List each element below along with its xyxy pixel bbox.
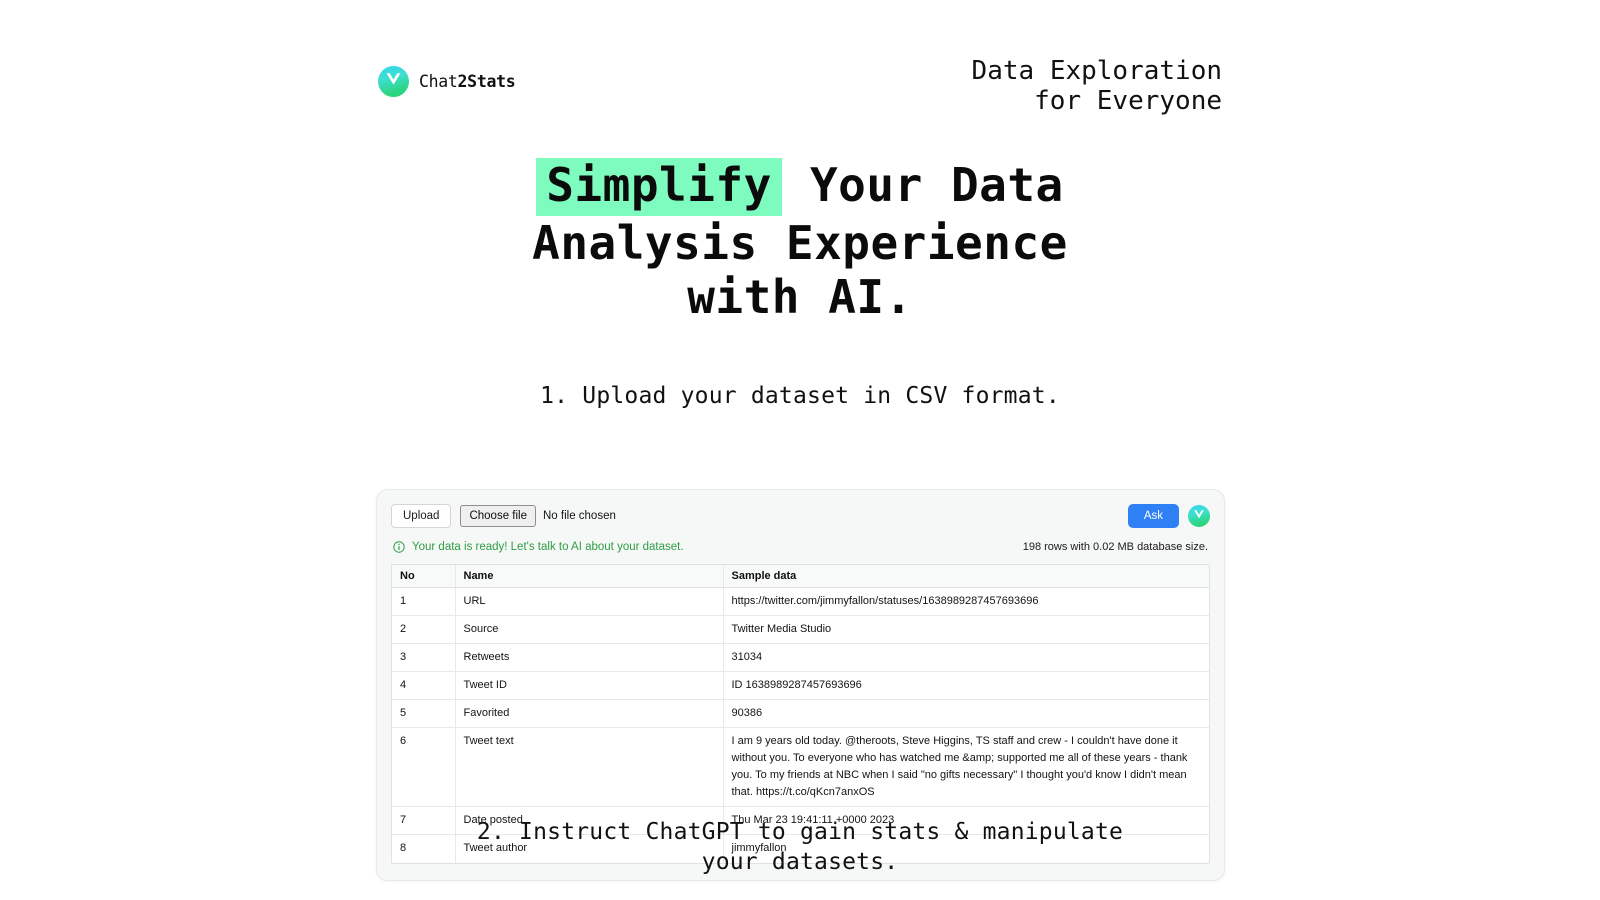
cell-no: 4 xyxy=(392,671,456,701)
card-toolbar: Upload Choose file No file chosen Ask xyxy=(391,503,1210,529)
toolbar-right: Ask xyxy=(1127,503,1210,529)
cell-no: 1 xyxy=(392,587,456,617)
brand-name: Chat2Stats xyxy=(419,72,516,91)
table-row: 6 Tweet text I am 9 years old today. @ther… xyxy=(392,727,1209,808)
cell-name: Retweets xyxy=(455,643,724,673)
status-message: Your data is ready! Let's talk to AI abo… xyxy=(393,541,684,553)
brand-logo-link[interactable]: Chat2Stats xyxy=(378,56,516,97)
column-header-name: Name xyxy=(455,565,724,588)
cell-sample-data: https://twitter.com/jimmyfallon/statuses… xyxy=(723,587,1209,617)
hero-highlight-word: Simplify xyxy=(536,158,782,216)
landing-page: Chat2Stats Data Exploration for Everyone… xyxy=(0,0,1600,900)
status-text: Your data is ready! Let's talk to AI abo… xyxy=(412,541,684,553)
page-title: Simplify Your Data Analysis Experience wit… xyxy=(0,158,1600,325)
chat2stats-logo-icon xyxy=(378,66,409,97)
table-row: 4 Tweet ID ID 1638989287457693696 xyxy=(392,671,1209,701)
ask-button[interactable]: Ask xyxy=(1127,503,1179,529)
cell-name: URL xyxy=(455,587,724,617)
cell-name: Tweet ID xyxy=(455,671,724,701)
upload-button[interactable]: Upload xyxy=(391,503,452,529)
table-row: 5 Favorited 90386 xyxy=(392,699,1209,729)
no-file-chosen-label: No file chosen xyxy=(543,510,616,522)
table-row: 2 Source Twitter Media Studio xyxy=(392,615,1209,645)
cell-no: 2 xyxy=(392,615,456,645)
file-input[interactable]: Choose file No file chosen xyxy=(460,504,616,528)
brand-name-light: Chat xyxy=(419,72,458,91)
cell-sample-data: Twitter Media Studio xyxy=(723,615,1209,645)
table-row: 1 URL https://twitter.com/jimmyfallon/stat… xyxy=(392,587,1209,617)
column-header-sample-data: Sample data xyxy=(723,565,1209,588)
hero-line2: Analysis Experience xyxy=(532,216,1068,270)
site-tagline: Data Exploration for Everyone xyxy=(971,56,1222,117)
cell-no: 5 xyxy=(392,699,456,729)
cell-no: 3 xyxy=(392,643,456,673)
user-avatar-icon[interactable] xyxy=(1188,505,1210,527)
table-row: 3 Retweets 31034 xyxy=(392,643,1209,673)
info-circle-icon xyxy=(393,541,405,553)
choose-file-button[interactable]: Choose file xyxy=(460,504,536,528)
cell-sample-data: ID 1638989287457693696 xyxy=(723,671,1209,701)
cell-sample-data: 90386 xyxy=(723,699,1209,729)
cell-name: Source xyxy=(455,615,724,645)
site-header: Chat2Stats Data Exploration for Everyone xyxy=(378,56,1222,117)
status-row: Your data is ready! Let's talk to AI abo… xyxy=(391,541,1210,553)
table-header-row: No Name Sample data xyxy=(392,565,1209,588)
column-header-no: No xyxy=(392,565,456,588)
upload-controls: Upload Choose file No file chosen xyxy=(391,503,616,529)
cell-sample-data: 31034 xyxy=(723,643,1209,673)
hero-section: Simplify Your Data Analysis Experience wit… xyxy=(0,158,1600,325)
cell-no: 6 xyxy=(392,727,456,808)
cell-name: Favorited xyxy=(455,699,724,729)
step-1-instruction: 1. Upload your dataset in CSV format. xyxy=(540,383,1060,409)
hero-line1-rest: Your Data xyxy=(781,158,1064,212)
hero-line3: with AI. xyxy=(687,270,913,325)
cell-name: Tweet text xyxy=(455,727,724,808)
table-header: No Name Sample data xyxy=(392,565,1209,588)
step-2-instruction: 2. Instruct ChatGPT to gain stats & mani… xyxy=(476,819,1124,875)
brand-name-bold: 2Stats xyxy=(457,72,516,91)
database-stats: 198 rows with 0.02 MB database size. xyxy=(1022,541,1208,553)
cell-sample-data: I am 9 years old today. @theroots, Steve… xyxy=(723,727,1209,808)
